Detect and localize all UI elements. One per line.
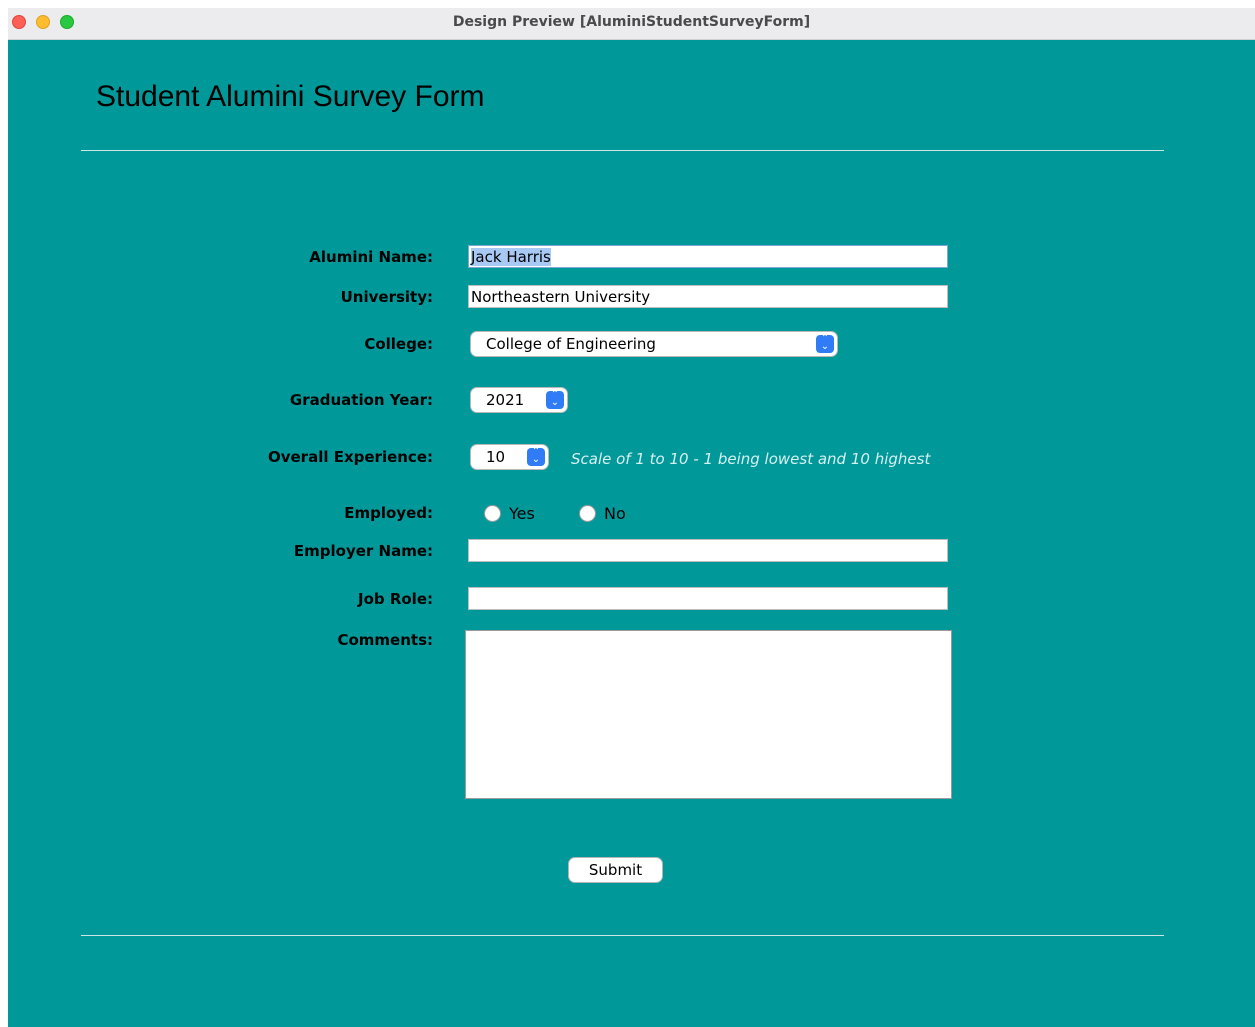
top-divider: [81, 150, 1164, 151]
comments-label: Comments:: [337, 631, 433, 649]
graduation-year-selected-value: 2021: [486, 391, 525, 409]
submit-button[interactable]: Submit: [569, 858, 662, 882]
experience-scale-hint: Scale of 1 to 10 - 1 being lowest and 10…: [571, 450, 931, 468]
university-label: University:: [340, 288, 433, 306]
employer-name-input[interactable]: [468, 539, 948, 562]
college-selected-value: College of Engineering: [486, 335, 656, 353]
job-role-label: Job Role:: [357, 590, 433, 608]
college-select[interactable]: College of Engineering ⌃ ⌄: [471, 332, 837, 356]
radio-unchecked-icon: [579, 505, 596, 522]
up-down-chevron-icon: ⌃ ⌄: [527, 447, 545, 466]
alumni-name-value: Jack Harris: [471, 248, 551, 266]
alumni-name-label: Alumini Name:: [309, 248, 433, 266]
employed-label: Employed:: [344, 504, 433, 522]
overall-experience-selected-value: 10: [486, 448, 506, 466]
app-window: Design Preview [AluminiStudentSurveyForm…: [8, 8, 1255, 1027]
job-role-input[interactable]: [468, 587, 948, 610]
graduation-year-select[interactable]: 2021 ⌃ ⌄: [471, 388, 567, 412]
overall-experience-label: Overall Experience:: [267, 448, 433, 466]
university-input[interactable]: Northeastern University: [468, 285, 948, 308]
window-title: Design Preview [AluminiStudentSurveyForm…: [452, 14, 811, 30]
up-down-chevron-icon: ⌃ ⌄: [816, 334, 834, 353]
radio-unchecked-icon: [484, 505, 501, 522]
college-label: College:: [364, 335, 433, 353]
overall-experience-select[interactable]: 10 ⌃ ⌄: [471, 445, 548, 469]
comments-textarea[interactable]: [465, 630, 952, 799]
graduation-year-label: Graduation Year:: [289, 391, 433, 409]
bottom-divider: [81, 935, 1164, 936]
alumni-name-input[interactable]: Jack Harris: [468, 245, 948, 268]
page-title: Student Alumini Survey Form: [96, 80, 485, 113]
up-down-chevron-icon: ⌃ ⌄: [546, 390, 564, 409]
employed-no-label: No: [604, 504, 626, 523]
employed-yes-label: Yes: [509, 504, 535, 523]
employer-name-label: Employer Name:: [293, 542, 433, 560]
title-bar: Design Preview [AluminiStudentSurveyForm…: [8, 8, 1255, 40]
